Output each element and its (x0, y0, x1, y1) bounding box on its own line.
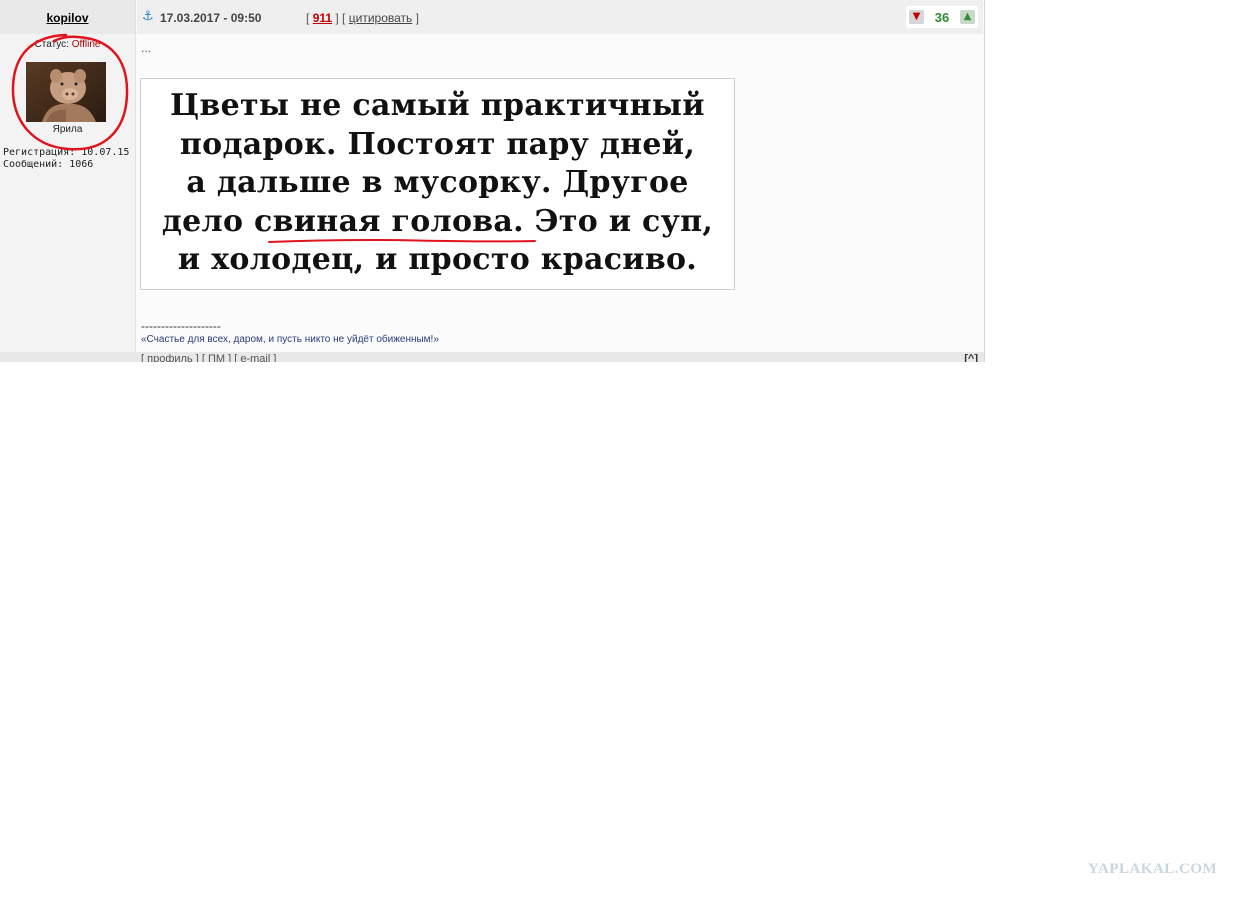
image-text-line: и холодец, и просто красиво. (177, 242, 698, 277)
author-registration: Регистрация: 10.07.15 (3, 147, 130, 158)
profile-link[interactable]: профиль (147, 353, 193, 362)
post-text: ... (141, 41, 152, 55)
post-image-text: Цветы не самый практичный подарок. Посто… (141, 87, 734, 280)
email-link[interactable]: e-mail (240, 353, 270, 362)
author-rank: Ярила (52, 124, 83, 135)
pm-link[interactable]: ПМ (208, 353, 225, 362)
rating-widget: ▼ 36 ▲ (906, 6, 978, 28)
status-value: Offline (71, 39, 101, 50)
post-body: ... Цветы не самый практичный подарок. П… (137, 34, 983, 352)
post-image[interactable]: Цветы не самый практичный подарок. Посто… (140, 78, 735, 290)
quote-link[interactable]: цитировать (349, 11, 413, 25)
image-text-line: подарок. Постоят пару дней, (179, 126, 696, 162)
image-text-line: а дальше в мусорку. Другое (186, 165, 689, 200)
author-message-count: Сообщений: 1066 (3, 159, 94, 170)
bracket-open: [ (306, 11, 310, 25)
scroll-top-button[interactable]: [^] (964, 353, 978, 362)
forum-post: kopilov Статус: Offline Ярила Регистраци… (0, 0, 985, 362)
anchor-icon[interactable]: ⚓ (142, 10, 154, 24)
signature-text: «Счастье для всех, даром, и пусть никто … (141, 334, 439, 345)
post-footer: [ профиль ] [ ПМ ] [ e-mail ] [^] (0, 352, 984, 362)
post-links: [ 911 ] [ цитировать ] (306, 11, 419, 25)
avatar-image (26, 62, 106, 122)
bracket-close: ] (415, 11, 419, 25)
footer-links: [ профиль ] [ ПМ ] [ e-mail ] (141, 353, 276, 362)
author-panel: kopilov Статус: Offline Ярила Регистраци… (0, 0, 136, 352)
thumb-up-icon[interactable]: ▲ (960, 10, 975, 24)
site-watermark: YAPLAKAL.COM (1088, 861, 1218, 877)
status-label: Статус: (34, 39, 69, 50)
image-text-line: Цветы не самый практичный (170, 88, 705, 123)
red-annotation-underline (268, 239, 536, 243)
image-text-line: дело свиная голова. Это и суп, (161, 203, 714, 239)
author-header: kopilov (0, 0, 135, 34)
post-number-link[interactable]: 911 (313, 11, 332, 25)
author-status: Статус: Offline (0, 39, 135, 50)
post-date: 17.03.2017 - 09:50 (160, 11, 262, 25)
author-username-link[interactable]: kopilov (46, 11, 88, 25)
avatar[interactable] (26, 62, 106, 122)
post-header: ⚓ 17.03.2017 - 09:50 [ 911 ] [ цитироват… (137, 0, 983, 34)
signature-divider: -------------------- (141, 319, 221, 333)
bracket-mid: ] [ (335, 11, 346, 25)
